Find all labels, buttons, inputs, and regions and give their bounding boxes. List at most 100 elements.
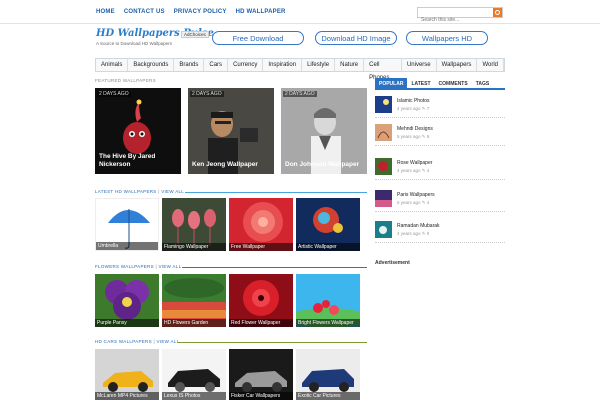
download-hd-image-button[interactable]: Download HD Image	[315, 31, 397, 45]
thumb-caption: Lexus IS Photos	[162, 392, 226, 400]
thumb-caption: Fisker Car Wallpapers	[229, 392, 293, 400]
adchoices-badge[interactable]: AdChoices	[181, 31, 209, 38]
popular-item[interactable]: Ramadan Mubarak 4 years ago ✎ 0	[375, 221, 505, 243]
site-tagline: A Source to Download HD Wallpapers	[96, 41, 172, 46]
cars-item[interactable]: Fisker Car Wallpapers	[229, 349, 293, 400]
popular-meta: 4 years ago ✎ 0	[397, 231, 430, 236]
thumb-caption: Artistic Wallpaper	[296, 243, 360, 251]
featured-label: FEATURED WALLPAPERS	[95, 78, 156, 83]
category-cars[interactable]: Cars	[204, 59, 229, 71]
category-wallpapers[interactable]: Wallpapers	[437, 59, 478, 71]
flowers-item[interactable]: Bright Flowers Wallpaper	[296, 274, 360, 327]
thumb-caption: McLaren MP4 Pictures	[95, 392, 159, 400]
divider	[375, 242, 505, 243]
featured-date-badge: 2 DAYS AGO	[190, 91, 224, 97]
cars-item[interactable]: McLaren MP4 Pictures	[95, 349, 159, 400]
thumb-caption: Red Flower Wallpaper	[229, 319, 293, 327]
advertisement-heading: Advertisement	[375, 260, 410, 266]
category-world[interactable]: World	[477, 59, 504, 71]
free-download-button[interactable]: Free Download	[212, 31, 304, 45]
flowers-item[interactable]: Purple Pansy	[95, 274, 159, 327]
popular-meta: 5 years ago ✎ 4	[397, 200, 430, 205]
thumb-caption: Umbrella	[96, 242, 158, 250]
category-nav: Animals Backgrounds Brands Cars Currency…	[95, 58, 505, 81]
latest-item[interactable]: Free Wallpaper	[229, 198, 293, 251]
popular-item[interactable]: Rose Wallpaper 4 years ago ✎ 4	[375, 158, 505, 180]
nav-contact-link[interactable]: CONTACT US	[124, 9, 165, 15]
thumb-caption: Purple Pansy	[95, 319, 159, 327]
popular-meta: 5 years ago ✎ 6	[397, 134, 430, 139]
featured-title: The Hive By Jared Nickerson	[99, 153, 156, 168]
cars-item[interactable]: Exotic Car Pictures	[296, 349, 360, 400]
popular-title: Mehndi Designs	[397, 126, 433, 132]
divider	[375, 211, 505, 212]
category-animals[interactable]: Animals	[96, 59, 129, 71]
cars-rule	[178, 342, 367, 343]
nav-hd-wallpaper-link[interactable]: HD WALLPAPER	[236, 9, 286, 15]
search-icon[interactable]	[493, 8, 502, 17]
tab-latest[interactable]: LATEST	[407, 78, 434, 88]
latest-label: LATEST HD WALLPAPERS	[95, 189, 157, 194]
category-currency[interactable]: Currency	[228, 59, 264, 71]
popular-title: Paris Wallpapers	[397, 192, 435, 198]
cars-section-label: HD CARS WALLPAPERS | VIEW ALL	[95, 339, 180, 344]
cars-label: HD CARS WALLPAPERS	[95, 339, 152, 344]
category-inspiration[interactable]: Inspiration	[263, 59, 303, 71]
popular-title: Islamic Photos	[397, 98, 430, 104]
flowers-view-all-link[interactable]: VIEW ALL	[159, 264, 182, 269]
popular-item[interactable]: Mehndi Designs 5 years ago ✎ 6	[375, 124, 505, 146]
popular-thumb	[375, 158, 392, 175]
flowers-item[interactable]: Red Flower Wallpaper	[229, 274, 293, 327]
popular-title: Rose Wallpaper	[397, 160, 433, 166]
popular-thumb	[375, 190, 392, 207]
latest-item[interactable]: Umbrella	[95, 198, 159, 251]
featured-date-badge: 2 DAYS AGO	[97, 91, 131, 97]
divider	[375, 145, 505, 146]
latest-view-all-link[interactable]: VIEW ALL	[161, 189, 184, 194]
wallpapers-hd-button[interactable]: Wallpapers HD	[406, 31, 488, 45]
popular-item[interactable]: Paris Wallpapers 5 years ago ✎ 4	[375, 190, 505, 212]
popular-thumb	[375, 221, 392, 238]
featured-item[interactable]: 2 DAYS AGO Don Johnson Wallpaper	[281, 88, 367, 174]
category-nature[interactable]: Nature	[335, 59, 365, 71]
divider	[375, 179, 505, 180]
thumb-caption: Flamingo Wallpaper	[162, 243, 226, 251]
category-brands[interactable]: Brands	[174, 59, 205, 71]
popular-meta: 4 years ago ✎ 4	[397, 168, 430, 173]
category-universe[interactable]: Universe	[402, 59, 437, 71]
category-backgrounds[interactable]: Backgrounds	[128, 59, 175, 71]
top-bar: HOME CONTACT US PRIVACY POLICY HD WALLPA…	[0, 0, 600, 25]
popular-thumb	[375, 96, 392, 113]
search-input[interactable]	[418, 15, 492, 25]
tab-popular[interactable]: POPULAR	[375, 78, 408, 88]
thumb-caption: Exotic Car Pictures	[296, 392, 360, 400]
search-box	[417, 7, 503, 25]
nav-home-link[interactable]: HOME	[96, 9, 115, 15]
featured-date-badge: 2 DAYS AGO	[283, 91, 317, 97]
featured-item[interactable]: 2 DAYS AGO The Hive By Jared Nickerson	[95, 88, 181, 174]
tab-comments[interactable]: COMMENTS	[435, 78, 472, 88]
cars-item[interactable]: Lexus IS Photos	[162, 349, 226, 400]
featured-title: Ken Jeong Wallpaper	[192, 161, 258, 168]
latest-item[interactable]: Artistic Wallpaper	[296, 198, 360, 251]
latest-section-label: LATEST HD WALLPAPERS | VIEW ALL	[95, 189, 185, 194]
latest-rule	[185, 192, 367, 193]
cars-view-all-link[interactable]: VIEW ALL	[157, 339, 180, 344]
popular-item[interactable]: Islamic Photos 4 years ago ✎ 7	[375, 96, 505, 118]
popular-title: Ramadan Mubarak	[397, 223, 440, 229]
nav-privacy-link[interactable]: PRIVACY POLICY	[174, 9, 227, 15]
category-cell-phones[interactable]: Cell Phones	[364, 59, 402, 81]
flowers-item[interactable]: HD Flowers Garden	[162, 274, 226, 327]
tab-tags[interactable]: TAGS	[472, 78, 494, 88]
flowers-label: FLOWERS WALLPAPERS	[95, 264, 154, 269]
divider	[375, 117, 505, 118]
popular-meta: 4 years ago ✎ 7	[397, 106, 430, 111]
latest-item[interactable]: Flamingo Wallpaper	[162, 198, 226, 251]
featured-item[interactable]: 2 DAYS AGO Ken Jeong Wallpaper	[188, 88, 274, 174]
popular-thumb	[375, 124, 392, 141]
flowers-section-label: FLOWERS WALLPAPERS | VIEW ALL	[95, 264, 182, 269]
thumb-caption: HD Flowers Garden	[162, 319, 226, 327]
sidebar-tabs: POPULAR LATEST COMMENTS TAGS	[375, 78, 505, 90]
category-lifestyle[interactable]: Lifestyle	[302, 59, 336, 71]
top-nav: HOME CONTACT US PRIVACY POLICY HD WALLPA…	[96, 0, 295, 24]
